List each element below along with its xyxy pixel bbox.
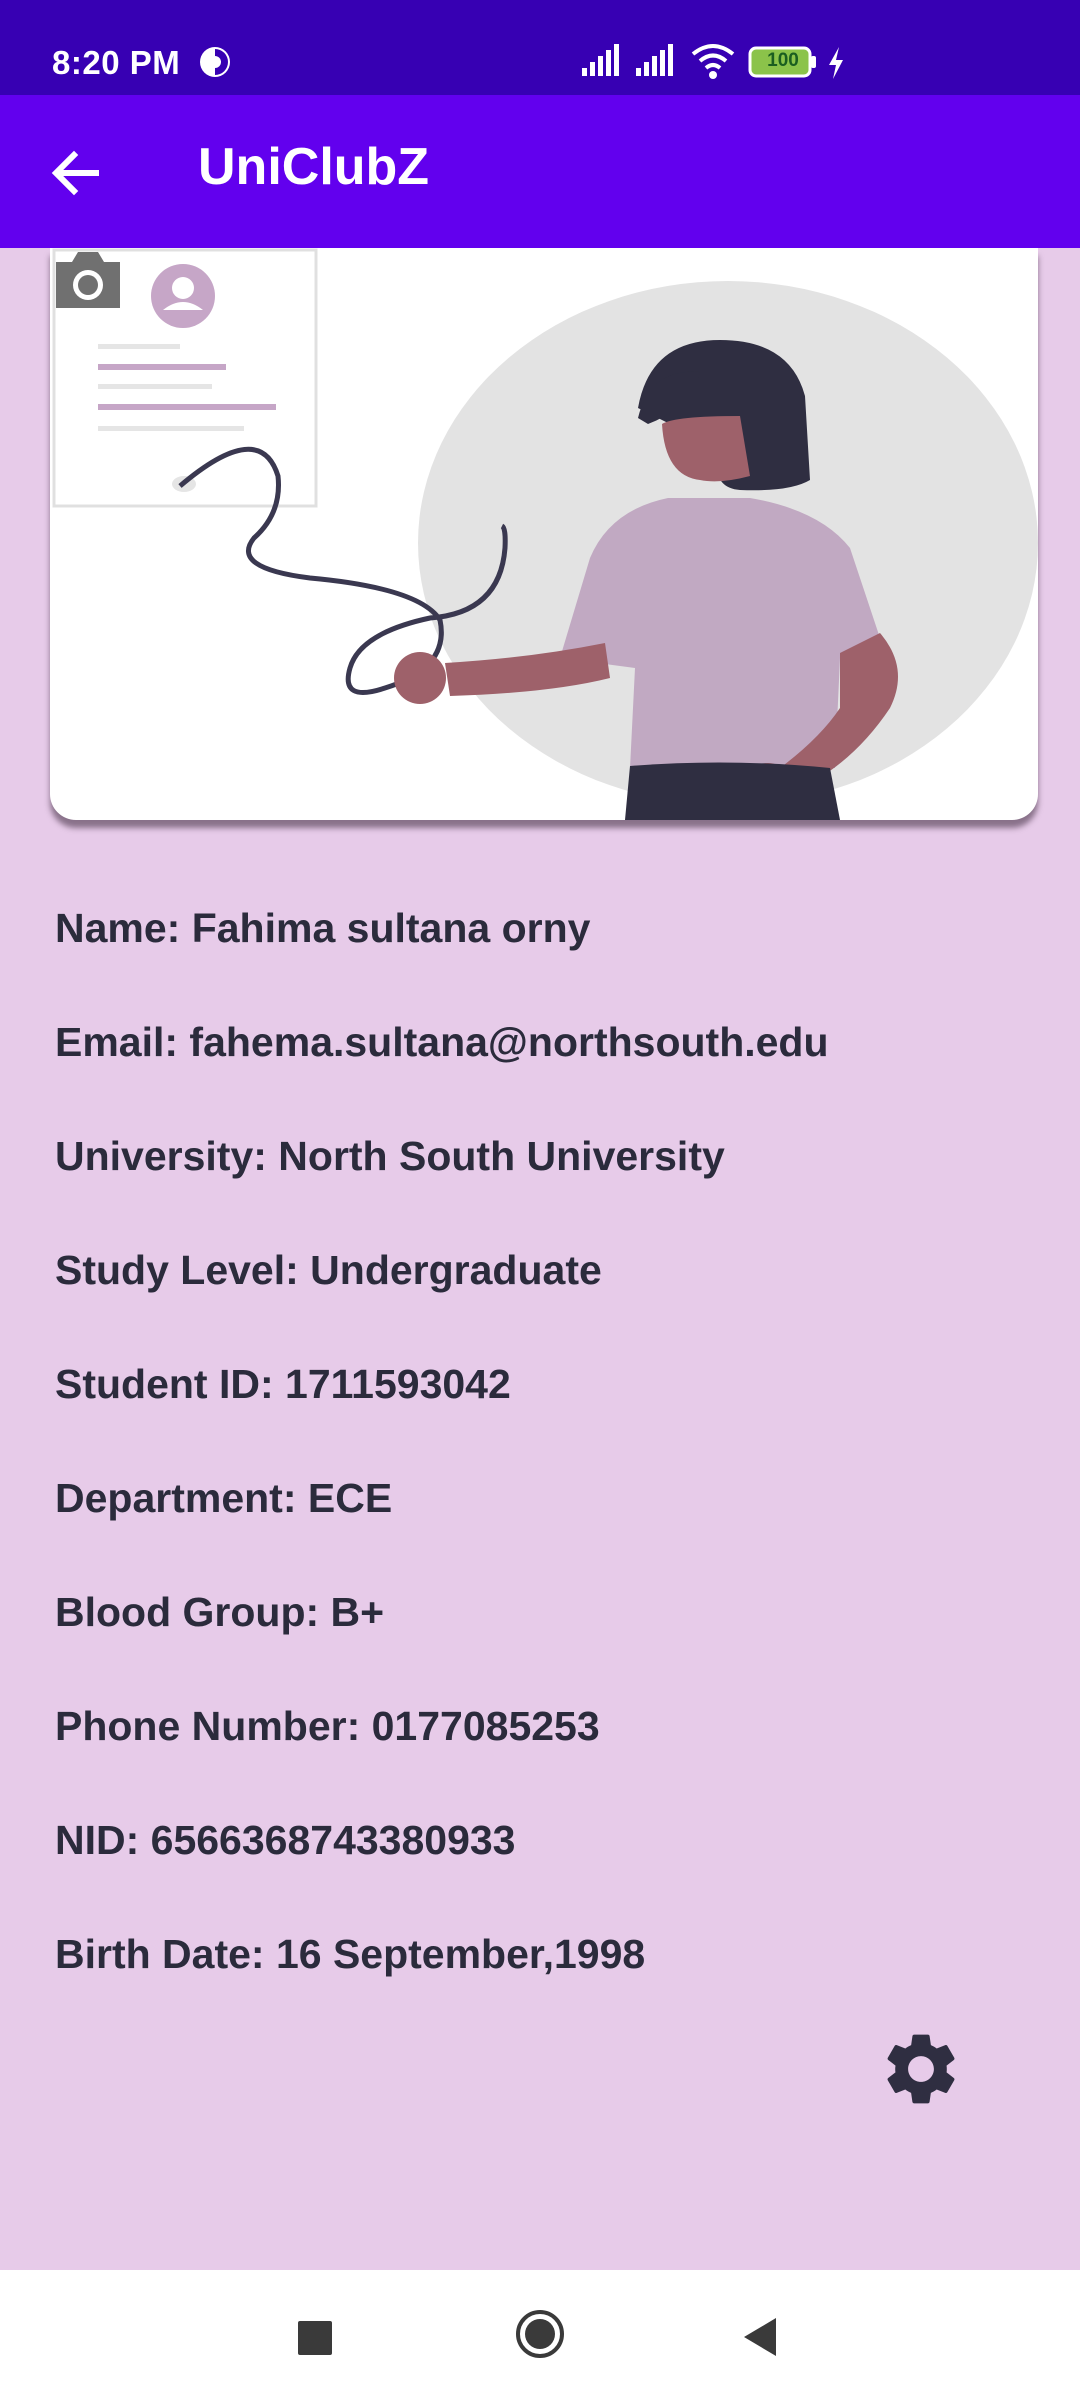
- profile-student-id: Student ID: 1711593042: [55, 1361, 511, 1407]
- profile-illustration-card: [50, 248, 1038, 820]
- camera-icon[interactable]: [50, 248, 126, 312]
- arrow-left-icon[interactable]: [48, 145, 104, 201]
- recents-square-icon[interactable]: [298, 2321, 332, 2355]
- system-nav-bar: [0, 2270, 1080, 2400]
- profile-name: Name: Fahima sultana orny: [55, 905, 591, 951]
- profile-phone-number: Phone Number: 0177085253: [55, 1703, 600, 1749]
- wifi-icon: [691, 44, 735, 79]
- battery-level: 100: [767, 50, 799, 71]
- signal-icon: [636, 44, 673, 76]
- profile-blood-group: Blood Group: B+: [55, 1589, 385, 1635]
- signal-icon: [582, 44, 619, 76]
- profile-birth-date: Birth Date: 16 September,1998: [55, 1931, 646, 1977]
- profile-university: University: North South University: [55, 1133, 725, 1179]
- profile-study-level: Study Level: Undergraduate: [55, 1247, 602, 1293]
- profile-nid: NID: 6566368743380933: [55, 1817, 516, 1863]
- gear-icon[interactable]: [878, 2026, 964, 2112]
- app-title: UniClubZ: [198, 138, 430, 196]
- charging-icon: [829, 47, 843, 79]
- profile-department: Department: ECE: [55, 1475, 393, 1521]
- status-bar: 8:20 PM 100: [0, 0, 1080, 95]
- home-circle-icon[interactable]: [514, 2308, 566, 2360]
- vpn-key-icon: [200, 47, 230, 77]
- back-triangle-icon[interactable]: [740, 2316, 780, 2358]
- profile-info-list: Name: Fahima sultana orny Email: fahema.…: [55, 900, 1035, 2040]
- status-time: 8:20 PM: [52, 44, 181, 81]
- profile-email: Email: fahema.sultana@northsouth.edu: [55, 1019, 829, 1065]
- profile-illustration: [52, 248, 1038, 820]
- app-bar: UniClubZ: [0, 95, 1080, 248]
